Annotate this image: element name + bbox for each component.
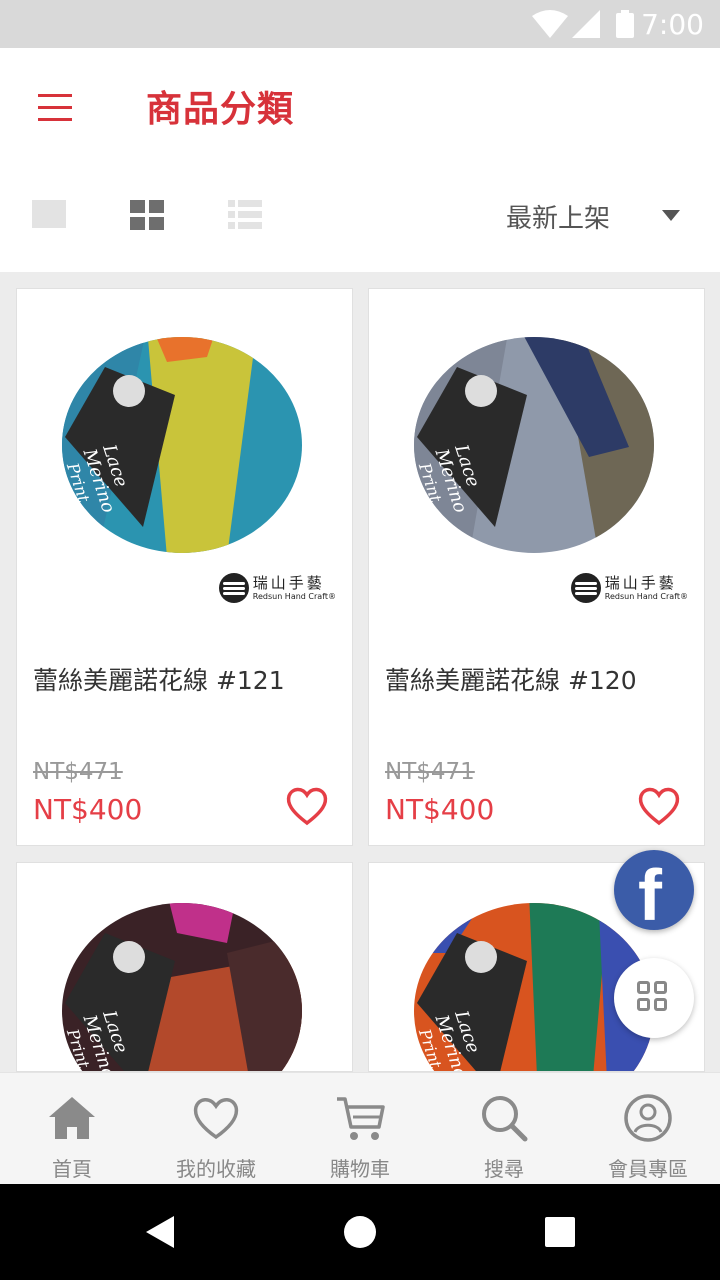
facebook-icon: f [638, 856, 662, 930]
original-price: NT$471 [33, 759, 123, 785]
product-name[interactable]: 蕾絲美麗諾花線 #121 [33, 661, 285, 697]
nav-cart[interactable]: 購物車 [288, 1073, 432, 1185]
grid-view-icon [149, 200, 164, 213]
recent-apps-icon[interactable] [545, 1217, 575, 1247]
list-view-icon [228, 211, 235, 218]
heart-icon[interactable] [637, 785, 681, 827]
apps-icon [654, 998, 667, 1011]
yarn-ball-image: Lace Merino Print [414, 337, 654, 553]
product-image: Lace Merino Print [57, 327, 307, 557]
brand-name: 瑞山手藝 [604, 573, 677, 592]
nav-favorites[interactable]: 我的收藏 [144, 1073, 288, 1185]
nav-member[interactable]: 會員專區 [576, 1073, 720, 1185]
menu-icon-bar [38, 94, 72, 97]
nav-label: 購物車 [330, 1157, 390, 1181]
user-icon [624, 1094, 672, 1142]
grid-view-icon [130, 200, 145, 213]
apps-icon [637, 981, 650, 994]
brand-name-en: Redsun Hand Craft® [604, 591, 688, 601]
grid-view-icon [149, 217, 164, 230]
list-view-icon [238, 222, 262, 229]
product-image: Lace Merino Print [57, 893, 307, 1071]
bottom-navigation: 首頁 我的收藏 購物車 搜尋 會員專區 [0, 1072, 720, 1184]
sort-label: 最新上架 [506, 204, 611, 234]
brand-logo-icon [570, 573, 601, 603]
nav-home[interactable]: 首頁 [0, 1073, 144, 1185]
heart-icon [193, 1098, 239, 1140]
dropdown-arrow-icon [662, 210, 680, 221]
signal-icon [572, 10, 600, 38]
yarn-ball-image: Lace Merino Print [62, 337, 302, 553]
single-view-button[interactable] [32, 200, 66, 228]
facebook-button[interactable]: f [614, 850, 694, 930]
grid-view-button[interactable] [130, 200, 164, 230]
brand-name: 瑞山手藝 [252, 573, 325, 592]
list-view-icon [238, 200, 262, 207]
page-title: 商品分類 [146, 89, 295, 130]
apps-icon [637, 998, 650, 1011]
heart-icon[interactable] [285, 785, 329, 827]
brand-name-en: Redsun Hand Craft® [252, 591, 336, 601]
list-view-icon [238, 211, 262, 218]
grid-view-icon [130, 217, 145, 230]
list-view-icon [228, 200, 235, 207]
app-bar: 商品分類 最新上架 [0, 48, 720, 272]
brand-logo-icon [218, 573, 249, 603]
yarn-ball-image: Lace Merino Print [62, 903, 302, 1071]
apps-icon [654, 981, 667, 994]
product-image: Lace Merino Print [409, 327, 659, 557]
sale-price: NT$400 [33, 793, 143, 826]
home-icon [49, 1097, 95, 1139]
list-view-button[interactable] [228, 200, 262, 230]
brand-logo: 瑞山手藝 Redsun Hand Craft® [218, 571, 336, 605]
home-circle-icon[interactable] [344, 1216, 376, 1248]
original-price: NT$471 [385, 759, 475, 785]
product-name[interactable]: 蕾絲美麗諾花線 #120 [385, 661, 637, 697]
product-card[interactable]: Lace Merino Print 瑞山手藝 Redsun Hand Craft… [368, 288, 705, 846]
back-icon[interactable] [146, 1216, 174, 1248]
product-card[interactable]: Lace Merino Print [16, 862, 353, 1072]
nav-label: 會員專區 [608, 1157, 688, 1181]
nav-search[interactable]: 搜尋 [432, 1073, 576, 1185]
wifi-icon [532, 10, 568, 38]
brand-logo: 瑞山手藝 Redsun Hand Craft® [570, 571, 688, 605]
list-view-icon [228, 222, 235, 229]
system-navigation-bar [0, 1184, 720, 1280]
product-card[interactable]: Lace Merino Print 瑞山手藝 Redsun Hand Craft… [16, 288, 353, 846]
battery-icon [616, 10, 634, 38]
sale-price: NT$400 [385, 793, 495, 826]
search-icon [482, 1096, 528, 1142]
category-menu-button[interactable] [614, 958, 694, 1038]
sort-dropdown[interactable]: 最新上架 [500, 196, 700, 236]
cart-icon [337, 1097, 385, 1140]
nav-label: 搜尋 [484, 1157, 524, 1181]
status-bar: 7:00 [0, 0, 720, 48]
nav-label: 首頁 [52, 1157, 92, 1181]
menu-icon-bar [38, 118, 72, 121]
nav-label: 我的收藏 [176, 1157, 256, 1181]
menu-icon-bar [38, 106, 72, 109]
clock: 7:00 [641, 8, 704, 41]
menu-button[interactable] [36, 88, 76, 122]
